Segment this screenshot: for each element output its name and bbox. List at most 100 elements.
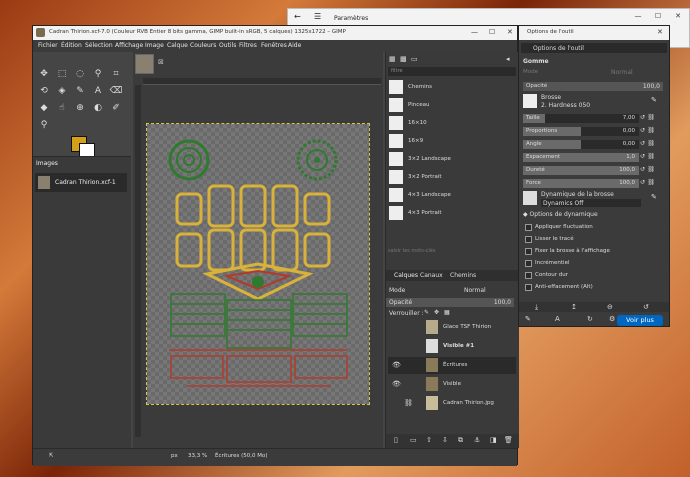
apply-jitter-checkbox[interactable]: Appliquer fluctuation [525,223,655,232]
close-button[interactable]: ✕ [670,12,686,20]
move-tool-icon[interactable]: ✥ [37,68,51,81]
new-group-icon[interactable]: ▭ [410,436,417,444]
lock-pixels-icon[interactable]: ✎ [424,309,429,316]
lock-alpha-icon[interactable]: ▦ [444,309,450,316]
back-arrow-icon[interactable]: ← [294,12,301,21]
dynamics-select[interactable]: Dynamics Off [541,199,641,207]
save-preset-icon[interactable]: ⤓ [535,303,538,312]
tool-options-tab[interactable]: Options de l'outil [521,43,667,53]
horizontal-ruler[interactable] [143,78,381,85]
incremental-checkbox[interactable]: Incrémentiel [525,259,655,268]
settings-icon[interactable]: ⚙ [609,315,615,323]
menu-couleurs[interactable]: Couleurs [190,42,216,49]
brush-tag-input[interactable]: saisir les mots-clés [388,248,435,254]
menu-fenetres[interactable]: Fenêtres [261,42,287,49]
maximize-button[interactable]: ☐ [489,28,495,36]
unit-select[interactable]: px [171,453,178,459]
brush-preview[interactable] [523,94,537,108]
layer-row[interactable]: ⛓ Cadran Thirion.jpg [388,395,516,412]
reset-icon[interactable]: ↺ [640,166,645,173]
mode-select[interactable]: Mode Normal [523,68,663,77]
layer-row[interactable]: Visible #1 [388,338,516,355]
layer-row[interactable]: Glace TSF Thirion [388,319,516,336]
delete-layer-icon[interactable]: 🗑 [504,436,513,444]
brush-item[interactable]: 3×2 Portrait [388,169,516,186]
maximize-button[interactable]: ☐ [650,12,666,20]
layer-row[interactable]: 👁 Visible [388,376,516,393]
close-tab-icon[interactable]: ⊠ [158,58,164,66]
crop-icon[interactable]: ⌗ [109,68,123,81]
clone-icon[interactable]: ⊕ [73,102,87,115]
reset-icon[interactable]: ↺ [640,114,645,121]
brush-item[interactable]: 4×3 Landscape [388,187,516,204]
force-slider[interactable]: Force 100,0 ↺ ⛓ [523,179,663,188]
minimize-button[interactable]: — [471,28,478,36]
anchor-icon[interactable]: ⚓ [474,436,480,444]
lower-layer-icon[interactable]: ⇩ [442,436,448,444]
images-tab[interactable]: Images [36,160,58,167]
eye-icon[interactable]: 👁 [392,361,401,369]
transform-icon[interactable]: ⟲ [37,85,51,98]
pattern-tab-icon[interactable]: ▩ [400,55,407,63]
text-icon[interactable]: A [555,315,560,323]
minimize-button[interactable]: — [630,12,646,20]
tab-calques[interactable]: Calques [394,272,418,279]
delete-preset-icon[interactable]: ⊖ [607,303,613,311]
image-canvas[interactable] [146,123,370,405]
dynamics-preview[interactable] [523,191,537,205]
menu-edition[interactable]: Édition [61,42,82,49]
reset-icon[interactable]: ↺ [640,140,645,147]
chain-icon[interactable]: ⛓ [404,399,413,407]
link-icon[interactable]: ⛓ [647,153,655,160]
anti-erase-checkbox[interactable]: Anti-effacement (Alt) [525,283,655,292]
hamburger-menu-icon[interactable]: ☰ [314,12,321,21]
link-icon[interactable]: ⛓ [647,166,655,173]
paths-icon[interactable]: ✎ [73,85,87,98]
bucket-icon[interactable]: ◆ [37,102,51,115]
tab-chemins[interactable]: Chemins [450,272,476,279]
reset-options-icon[interactable]: ↺ [643,303,649,311]
mask-icon[interactable]: ◨ [490,436,497,444]
image-list-item[interactable]: Cadran Thirion.xcf-1 [35,173,127,192]
layer-row[interactable]: 👁 Écritures [388,357,516,374]
link-icon[interactable]: ⛓ [647,114,655,121]
dynamics-edit-icon[interactable]: ✎ [651,193,657,201]
menu-outils[interactable]: Outils [219,42,236,49]
link-icon[interactable]: ⛓ [647,127,655,134]
gradient-tab-icon[interactable]: ▭ [411,55,418,63]
reset-icon[interactable]: ↺ [640,127,645,134]
lock-brush-view-checkbox[interactable]: Fixer la brosse à l'affichage [525,247,655,256]
menu-selection[interactable]: Sélection [85,42,113,49]
edit-icon[interactable]: ✎ [525,315,531,323]
smudge-icon[interactable]: ☝ [55,102,69,115]
menu-calque[interactable]: Calque [167,42,188,49]
close-button[interactable]: ✕ [507,28,513,36]
brush-item[interactable]: Pinceau [388,97,516,114]
brush-edit-icon[interactable]: ✎ [651,96,657,104]
brush-item[interactable]: 3×2 Landscape [388,151,516,168]
brush-item[interactable]: 16×10 [388,115,516,132]
hardness-slider[interactable]: Dureté 100,0 ↺ ⛓ [523,166,663,175]
brush-item[interactable]: 16×9 [388,133,516,150]
brush-item[interactable]: Chemins [388,79,516,96]
size-slider[interactable]: Taille 7,00 ↺ ⛓ [523,114,663,123]
link-icon[interactable]: ⛓ [647,140,655,147]
color-picker-icon[interactable]: ✐ [109,102,123,115]
close-button[interactable]: ✕ [657,28,663,36]
zoom-icon[interactable]: ⚲ [37,119,51,132]
dodge-icon[interactable]: ◐ [91,102,105,115]
duplicate-layer-icon[interactable]: ⧉ [458,436,463,445]
warp-icon[interactable]: ◈ [55,85,69,98]
zoom-select[interactable]: 33,3 % [188,453,207,459]
brush-dock-tab-icon[interactable]: ▦ [389,55,396,63]
spacing-slider[interactable]: Espacement 1,0 ↺ ⛓ [523,153,663,162]
lasso-icon[interactable]: ◌ [73,68,87,81]
refresh-icon[interactable]: ↻ [587,315,593,323]
menu-image[interactable]: Image [145,42,164,49]
lock-position-icon[interactable]: ✥ [434,309,439,316]
dynamics-options-expander[interactable]: ◆ Options de dynamique [523,211,598,218]
opacity-slider[interactable]: Opacité 100,0 [523,82,663,91]
menu-fichier[interactable]: Fichier [38,42,58,49]
link-icon[interactable]: ⛓ [647,179,655,186]
rect-select-icon[interactable]: ⬚ [55,68,69,81]
